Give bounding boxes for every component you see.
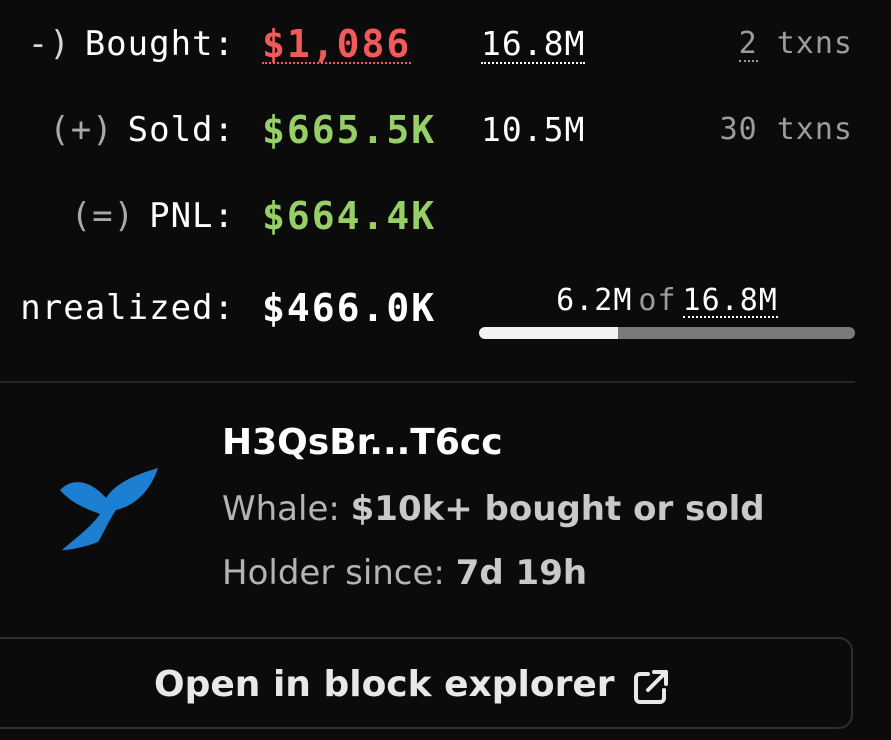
- pnl-label: (=) PNL:: [71, 186, 235, 246]
- whale-tail-icon: [60, 468, 158, 550]
- open-block-explorer-label: Open in block explorer: [154, 664, 615, 705]
- whale-info: Whale: $10k+ bought or sold: [222, 484, 765, 534]
- sold-row: (+) Sold:: [0, 100, 235, 160]
- holding-progress[interactable]: 6.2M of 16.8M: [479, 275, 855, 345]
- open-block-explorer-button[interactable]: Open in block explorer: [0, 637, 853, 729]
- sold-label: (+) Sold:: [49, 100, 235, 160]
- bought-txns[interactable]: 2 txns: [738, 14, 853, 74]
- whale-label: Whale:: [222, 489, 340, 529]
- of-label: of: [638, 283, 677, 318]
- holding-progress-text: 6.2M of 16.8M: [479, 275, 855, 327]
- bought-amount-text[interactable]: 16.8M: [481, 26, 586, 64]
- section-divider: [0, 381, 855, 383]
- sold-sign: (+): [49, 110, 114, 150]
- bought-txn-count[interactable]: 2: [738, 28, 758, 62]
- total-amount[interactable]: 16.8M: [682, 286, 778, 318]
- bought-row: -) Bought:: [0, 14, 235, 74]
- bought-txn-unit: txns: [776, 26, 853, 61]
- held-amount: 6.2M: [556, 283, 633, 318]
- pnl-value: $664.4K: [262, 194, 437, 238]
- unrealized-value: $466.0K: [262, 286, 437, 330]
- holding-progress-fill: [479, 327, 619, 339]
- pnl-sign: (=): [70, 196, 136, 236]
- bought-label-text: Bought:: [84, 24, 235, 64]
- sold-amount: 10.5M: [481, 110, 586, 149]
- holding-progress-track: [479, 327, 855, 339]
- sold-txn-count: 30: [719, 112, 758, 147]
- holder-info: Holder since: 7d 19h: [222, 548, 587, 598]
- sold-label-text: Sold:: [127, 110, 235, 150]
- bought-amount[interactable]: 16.8M: [481, 14, 586, 74]
- pnl-row: (=) PNL:: [0, 186, 235, 246]
- bought-sign: -): [27, 24, 71, 64]
- bought-value[interactable]: $1,086: [262, 14, 412, 74]
- sold-txns: 30 txns: [720, 100, 853, 160]
- unrealized-row: nrealized:: [0, 278, 235, 338]
- sold-txn-unit: txns: [776, 112, 853, 147]
- external-link-icon: [634, 670, 668, 704]
- holder-label: Holder since:: [222, 553, 445, 593]
- holder-since: 7d 19h: [455, 553, 588, 593]
- pnl-label-text: PNL:: [149, 196, 235, 236]
- bought-label: -) Bought:: [28, 14, 235, 74]
- bought-value-text[interactable]: $1,086: [262, 25, 412, 64]
- sold-value: $665.5K: [262, 108, 437, 152]
- whale-description: $10k+ bought or sold: [350, 489, 765, 529]
- wallet-address[interactable]: H3QsBr...T6cc: [222, 418, 503, 468]
- unrealized-label: nrealized:: [20, 288, 235, 328]
